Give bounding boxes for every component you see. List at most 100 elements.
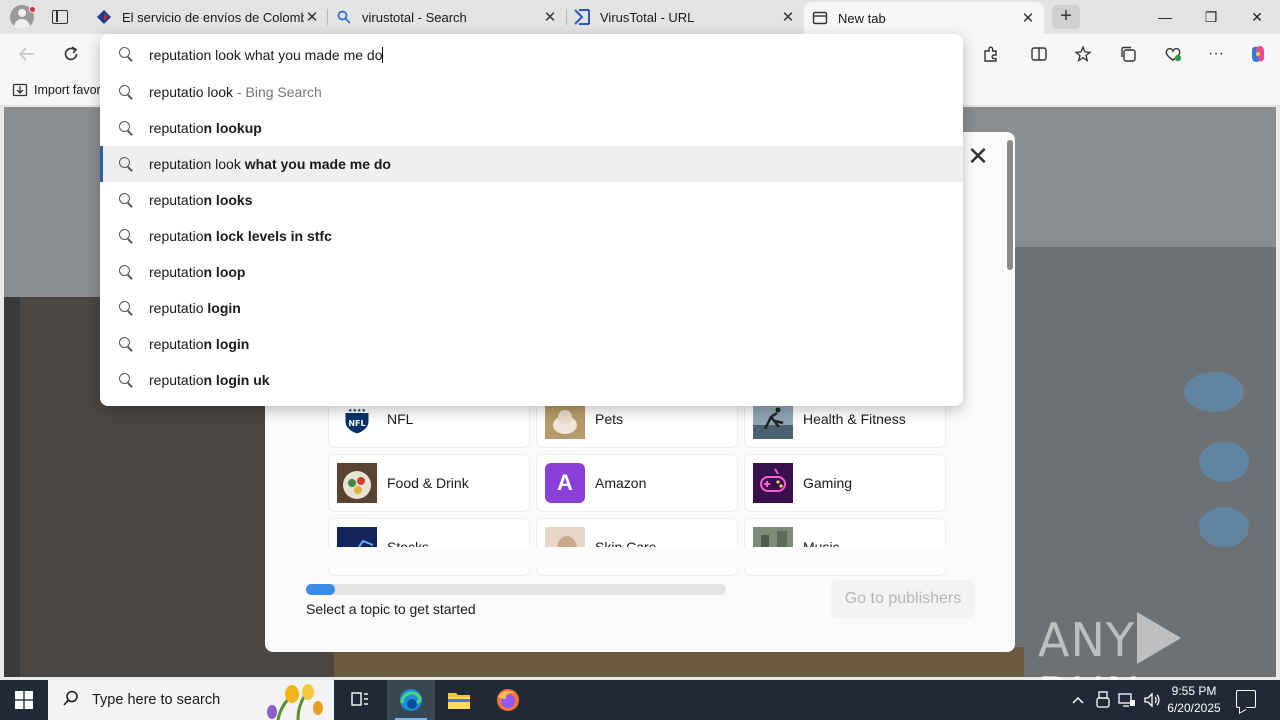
suggestion-item[interactable]: reputation loop <box>100 254 963 290</box>
refresh-icon[interactable] <box>58 42 84 66</box>
topics-list-fade <box>320 547 960 567</box>
suggestion-prefix: reputatio <box>149 120 204 136</box>
taskbar-clock[interactable]: 9:55 PM 6/20/2025 <box>1160 683 1228 717</box>
tab-close-icon[interactable]: ✕ <box>304 8 320 26</box>
taskbar-edge-button[interactable] <box>387 680 435 720</box>
taskbar-search-placeholder: Type here to search <box>92 692 221 708</box>
suggestion-prefix: reputatio <box>149 372 204 388</box>
virustotal-icon <box>574 9 590 25</box>
tab-virustotal-url[interactable]: VirusTotal - URL ✕ <box>566 3 804 31</box>
address-bar-input[interactable]: reputation look what you made me do <box>149 45 929 65</box>
suggestion-item[interactable]: reputation lock levels in stfc <box>100 218 963 254</box>
import-favorites-button[interactable]: Import favor <box>12 82 101 98</box>
newtab-icon <box>812 10 828 26</box>
back-arrow-icon[interactable] <box>14 42 40 66</box>
browser-essentials-icon[interactable] <box>1160 42 1186 66</box>
suggestion-completion: n lock levels in stfc <box>203 228 332 244</box>
topic-gaming[interactable]: Gaming <box>745 455 945 511</box>
maximize-button[interactable]: ❐ <box>1188 0 1234 34</box>
suggestion-item[interactable]: reputatio look - Bing Search <box>100 74 963 110</box>
suggestion-prefix: reputatio <box>149 192 204 208</box>
taskbar-search-box[interactable]: Type here to search <box>48 680 334 720</box>
tab-new-tab[interactable]: New tab ✕ <box>804 2 1044 34</box>
suggestion-text: reputation login uk <box>149 372 270 388</box>
search-icon <box>116 191 134 209</box>
search-icon <box>62 689 80 711</box>
collections-icon[interactable] <box>1115 42 1141 66</box>
dialog-scrollbar[interactable] <box>1007 140 1013 270</box>
suggestion-completion: n looks <box>203 192 253 208</box>
suggestion-prefix: reputatio <box>149 264 204 280</box>
dialog-close-icon[interactable]: ✕ <box>966 143 990 169</box>
watermark-text-left: ANY <box>1038 613 1135 667</box>
notification-center-icon[interactable] <box>1236 690 1256 708</box>
edge-icon <box>400 689 422 711</box>
task-view-icon <box>351 692 368 706</box>
split-screen-icon[interactable] <box>1026 42 1052 66</box>
suggestion-text: reputation look what you made me do <box>149 156 391 172</box>
suggestion-text: reputation login <box>149 336 249 352</box>
search-highlight-flowers-icon <box>258 682 330 720</box>
suggestion-prefix: reputatio <box>149 228 204 244</box>
close-window-button[interactable]: ✕ <box>1234 0 1280 34</box>
address-bar-dropdown: reputation look what you made me do repu… <box>100 34 963 406</box>
watermark-play-icon <box>1136 612 1181 664</box>
search-icon <box>116 371 134 389</box>
topic-label: Health & Fitness <box>803 411 906 427</box>
topic-food-drink[interactable]: Food & Drink <box>329 455 529 511</box>
search-icon <box>116 299 134 317</box>
clock-date: 6/20/2025 <box>1167 701 1221 715</box>
suggestion-completion: n lookup <box>203 120 262 136</box>
suggestion-item[interactable]: reputation login uk <box>100 362 963 398</box>
topic-amazon[interactable]: A Amazon <box>537 455 737 511</box>
suggestion-completion: what you made me do <box>240 156 391 172</box>
suggestion-item[interactable]: reputation lookup <box>100 110 963 146</box>
topics-progress-text: Select a topic to get started <box>306 601 476 617</box>
food-icon <box>337 463 377 503</box>
tray-volume-icon[interactable] <box>1143 680 1161 720</box>
import-favorites-label: Import favor <box>34 83 101 97</box>
go-to-publishers-button[interactable]: Go to publishers <box>831 580 975 618</box>
suggestion-prefix: reputatio look <box>149 84 234 100</box>
suggestion-text: reputatio look - Bing Search <box>149 84 322 100</box>
suggestion-text: reputation lookup <box>149 120 262 136</box>
search-icon <box>116 263 134 281</box>
import-favorites-icon <box>12 83 28 97</box>
topic-label: Pets <box>595 411 624 427</box>
taskbar-firefox-button[interactable] <box>484 680 532 720</box>
start-button[interactable] <box>0 680 48 720</box>
suggestion-item[interactable]: reputation looks <box>100 182 963 218</box>
suggestion-item[interactable]: reputation look what you made me do <box>100 146 963 182</box>
taskbar-file-explorer-button[interactable] <box>435 680 483 720</box>
suggestion-item[interactable]: reputatio login <box>100 290 963 326</box>
gaming-icon <box>753 463 793 503</box>
tab-virustotal-search[interactable]: virustotal - Search ✕ <box>328 3 566 31</box>
task-view-button[interactable] <box>336 680 384 720</box>
suggestion-text: reputation lock levels in stfc <box>149 228 332 244</box>
tray-usb-icon[interactable] <box>1096 680 1110 720</box>
suggestion-prefix: reputation look <box>149 156 241 172</box>
tray-network-icon[interactable] <box>1118 680 1136 720</box>
suggestion-text: reputatio login <box>149 300 241 316</box>
tab-strip: El servicio de envíos de Colombia ✕ viru… <box>0 0 1280 34</box>
copilot-icon[interactable] <box>1245 42 1271 66</box>
topics-progress-bar <box>306 584 726 595</box>
tray-chevron-icon[interactable] <box>1071 680 1085 720</box>
more-options-icon[interactable]: ··· <box>1203 42 1229 66</box>
tab-title: El servicio de envíos de Colombia <box>122 9 304 25</box>
extensions-icon[interactable] <box>978 42 1004 66</box>
tab-close-icon[interactable]: ✕ <box>780 8 796 26</box>
tab-close-icon[interactable]: ✕ <box>1020 9 1036 27</box>
suggestion-item[interactable]: reputation login <box>100 326 963 362</box>
minimize-button[interactable]: — <box>1142 0 1188 34</box>
tab-close-icon[interactable]: ✕ <box>542 8 558 26</box>
tab-actions-icon[interactable] <box>50 8 70 26</box>
page-decoration <box>1199 442 1249 482</box>
servientrega-icon <box>96 9 112 25</box>
amazon-icon: A <box>545 463 585 503</box>
suggestion-completion: n login <box>203 336 250 352</box>
search-icon <box>116 83 134 101</box>
tab-servientrega[interactable]: El servicio de envíos de Colombia ✕ <box>88 3 328 31</box>
favorites-star-icon[interactable] <box>1070 42 1096 66</box>
new-tab-button[interactable]: + <box>1052 5 1080 29</box>
